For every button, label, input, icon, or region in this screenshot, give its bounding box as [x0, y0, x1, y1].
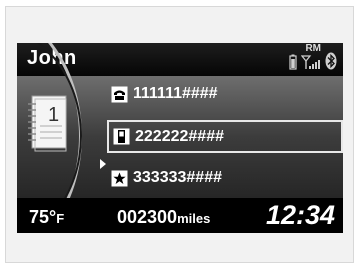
- phonebook-entry-3[interactable]: 333333####: [111, 165, 341, 191]
- phonebook-page-number: 1: [48, 104, 59, 126]
- phone-battery-icon: [289, 54, 297, 70]
- clock: 12:34: [265, 200, 335, 230]
- outside-temperature: 75°F: [29, 207, 64, 228]
- home-phone-icon: [111, 86, 128, 102]
- favorite-star-icon: [111, 170, 128, 186]
- footer-bar: 75°F 002300miles 12:34: [17, 198, 343, 233]
- phonebook-icon: 1: [28, 95, 67, 152]
- phone-number: 222222####: [135, 127, 224, 145]
- phonebook-panel: 1 111111#### 222222#### 333333####: [17, 43, 343, 233]
- phone-number: 333333####: [133, 169, 222, 186]
- odometer-unit: miles: [177, 211, 211, 226]
- odometer: 002300miles: [117, 207, 210, 228]
- mobile-phone-icon: [113, 128, 130, 145]
- signal-strength-icon: [301, 55, 320, 69]
- user-name: John: [27, 47, 77, 69]
- phonebook-entry-2-selected[interactable]: 222222####: [107, 120, 343, 153]
- odometer-value: 002300: [117, 207, 178, 227]
- temperature-value: 75°: [29, 207, 57, 227]
- multi-information-display: John RM 1 111111#### 222222#### 333333##…: [17, 43, 343, 233]
- status-icons: [289, 48, 337, 70]
- bluetooth-icon: [325, 52, 337, 70]
- header-bar: John RM: [17, 43, 343, 76]
- phonebook-entry-1[interactable]: 111111####: [111, 81, 341, 107]
- phone-number: 111111####: [133, 85, 218, 102]
- selection-pointer: [100, 159, 106, 169]
- temperature-unit: F: [56, 211, 65, 226]
